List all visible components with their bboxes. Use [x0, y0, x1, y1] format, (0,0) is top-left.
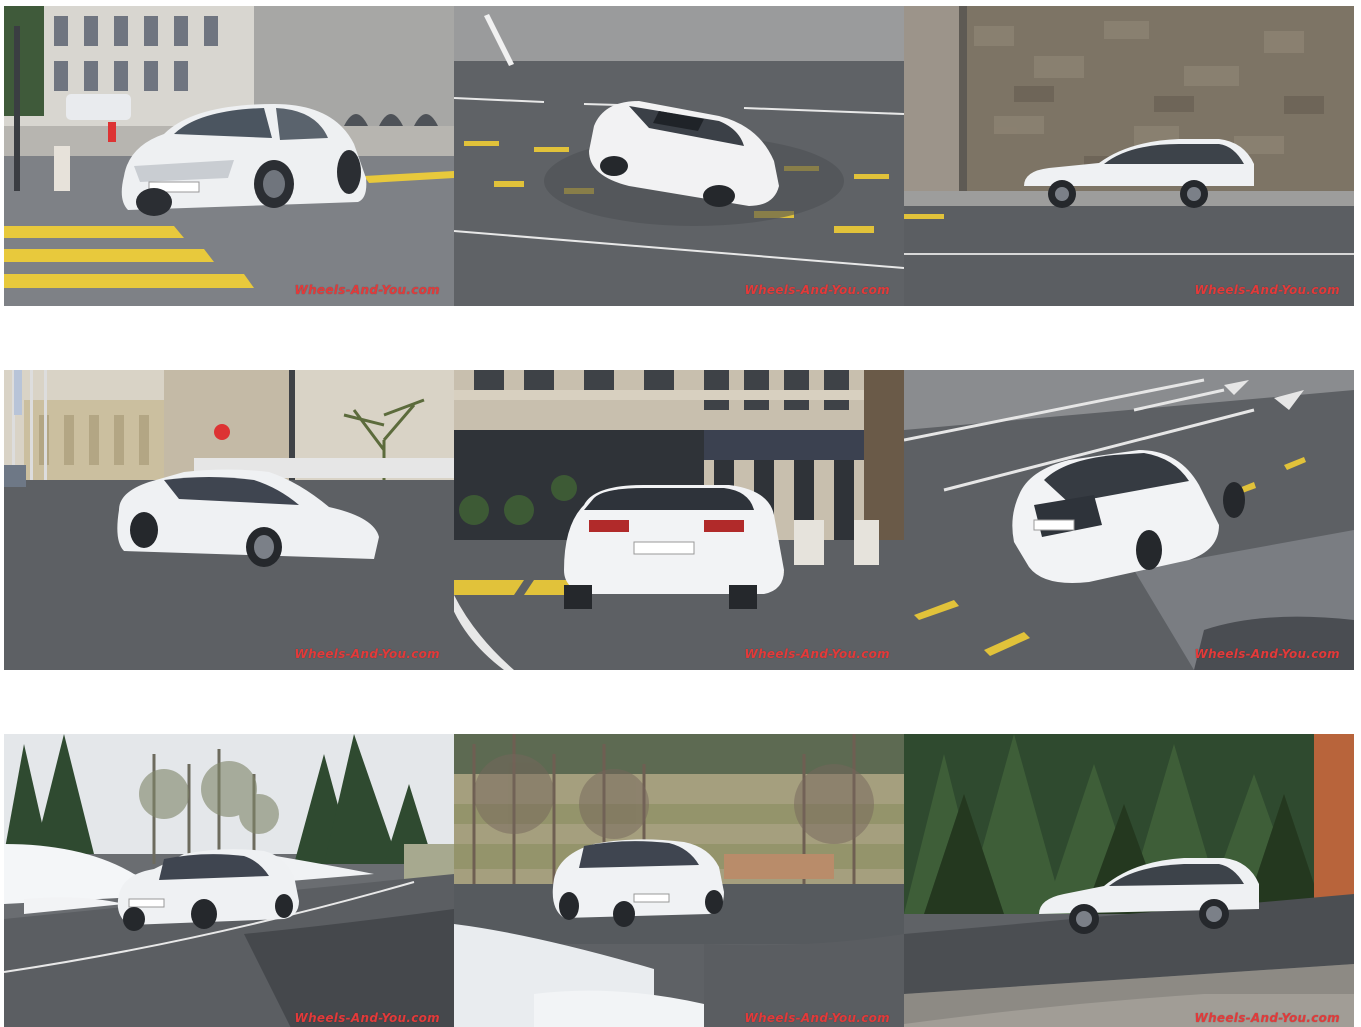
- gallery-photo-8[interactable]: Wheels-And-You.com: [454, 734, 904, 1027]
- gallery-photo-9[interactable]: Wheels-And-You.com: [904, 734, 1354, 1027]
- photo-8-image: [454, 734, 904, 1027]
- photo-2-image: [454, 6, 904, 306]
- photo-1-image: [4, 6, 454, 306]
- photo-watermark: Wheels-And-You.com: [294, 647, 440, 661]
- photo-6-image: [904, 370, 1354, 670]
- photo-watermark: Wheels-And-You.com: [744, 1011, 890, 1025]
- photo-watermark: Wheels-And-You.com: [1194, 1011, 1340, 1025]
- photo-watermark: Wheels-And-You.com: [1194, 647, 1340, 661]
- gallery-photo-1[interactable]: Wheels-And-You.com: [4, 6, 454, 306]
- photo-7-image: [4, 734, 454, 1027]
- photo-watermark: Wheels-And-You.com: [294, 1011, 440, 1025]
- photo-5-image: [454, 370, 904, 670]
- photo-watermark: Wheels-And-You.com: [744, 283, 890, 297]
- gallery-photo-3[interactable]: Wheels-And-You.com: [904, 6, 1354, 306]
- gallery-photo-5[interactable]: Wheels-And-You.com: [454, 370, 904, 670]
- photo-gallery: Wheels-And-You.com Wheels-And-You.com Wh…: [0, 0, 1361, 1027]
- photo-watermark: Wheels-And-You.com: [294, 283, 440, 297]
- photo-3-image: [904, 6, 1354, 306]
- gallery-photo-4[interactable]: Wheels-And-You.com: [4, 370, 454, 670]
- photo-watermark: Wheels-And-You.com: [1194, 283, 1340, 297]
- gallery-photo-2[interactable]: Wheels-And-You.com: [454, 6, 904, 306]
- photo-watermark: Wheels-And-You.com: [744, 647, 890, 661]
- gallery-photo-7[interactable]: Wheels-And-You.com: [4, 734, 454, 1027]
- photo-9-image: [904, 734, 1354, 1027]
- gallery-photo-6[interactable]: Wheels-And-You.com: [904, 370, 1354, 670]
- photo-4-image: [4, 370, 454, 670]
